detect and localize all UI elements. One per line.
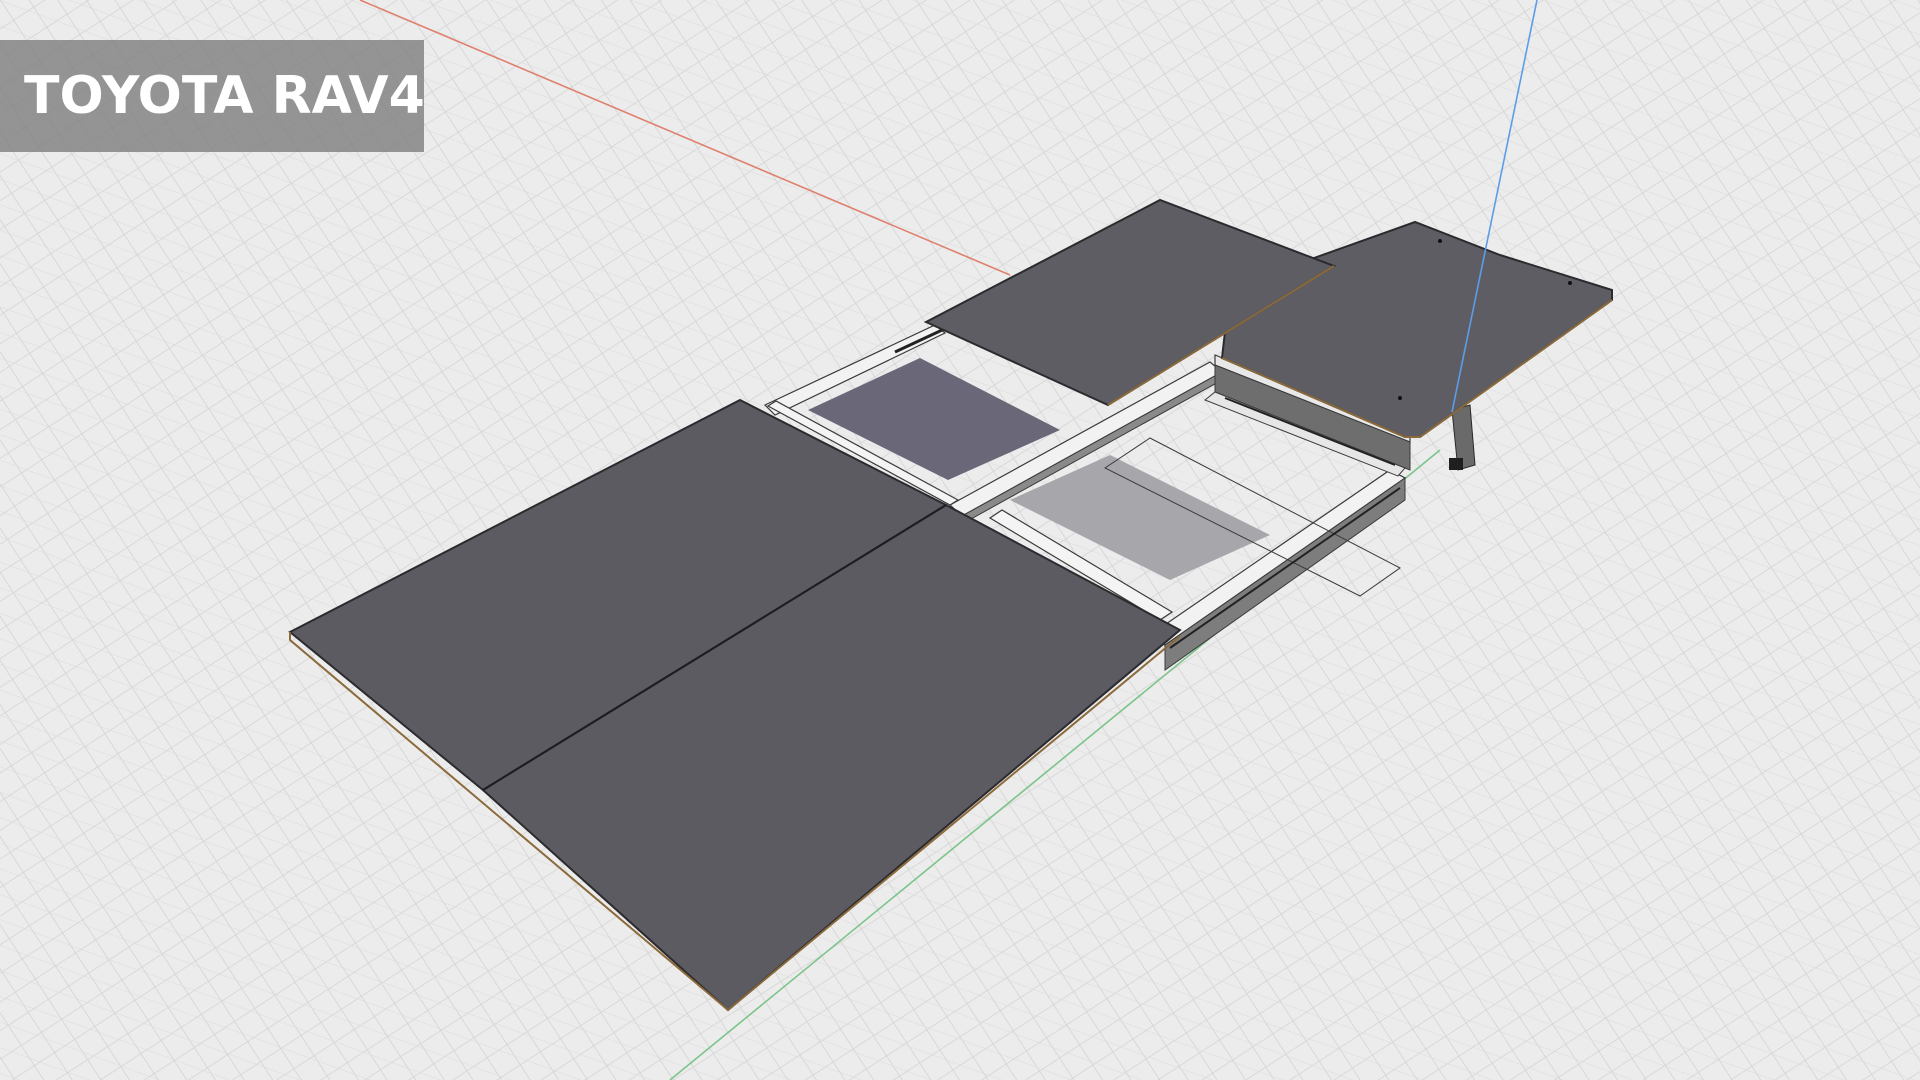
title-badge: TOYOTA RAV4 <box>0 40 425 152</box>
table-top-screw-2 <box>1568 281 1572 285</box>
table-top-screw-1 <box>1438 239 1442 243</box>
3d-viewport[interactable] <box>0 0 1920 1080</box>
scene-canvas[interactable] <box>0 0 1920 1080</box>
model-title: TOYOTA RAV4 <box>24 66 425 126</box>
table-top-screw-3 <box>1398 396 1402 400</box>
